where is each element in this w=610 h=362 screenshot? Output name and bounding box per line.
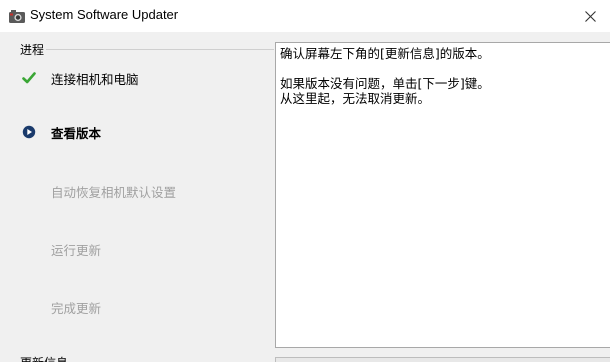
message-line: 如果版本没有问题，单击[下一步]键。 <box>280 76 490 91</box>
update-info-box <box>275 357 610 362</box>
step-run-update: 运行更新 <box>8 237 268 259</box>
step-label: 运行更新 <box>51 243 102 258</box>
progress-group-border <box>46 49 274 50</box>
title-bar: System Software Updater <box>0 0 610 32</box>
step-check-version: 查看版本 <box>8 120 268 142</box>
close-button[interactable] <box>570 0 610 32</box>
close-icon <box>585 11 596 22</box>
step-label: 查看版本 <box>51 126 102 141</box>
play-circle-icon <box>22 124 36 139</box>
step-label: 自动恢复相机默认设置 <box>51 185 177 200</box>
message-line: 从这里起，无法取消更新。 <box>280 91 431 106</box>
progress-steps: 连接相机和电脑 查看版本 自动恢复相机默认设置 运行更新 完成更新 <box>8 54 270 362</box>
checkmark-icon <box>22 70 36 84</box>
app-camera-icon <box>8 7 26 25</box>
update-info-group-label: 更新信息 <box>20 354 73 362</box>
step-finish-update: 完成更新 <box>8 295 268 317</box>
updater-window: System Software Updater 进程 连接相机和电脑 查看版本 … <box>0 0 610 362</box>
window-title: System Software Updater <box>30 7 179 22</box>
step-label: 连接相机和电脑 <box>51 72 139 87</box>
step-restore-defaults: 自动恢复相机默认设置 <box>8 179 268 201</box>
message-box: 确认屏幕左下角的[更新信息]的版本。 如果版本没有问题，单击[下一步]键。 从这… <box>275 42 610 348</box>
step-label: 完成更新 <box>51 301 102 316</box>
message-line: 确认屏幕左下角的[更新信息]的版本。 <box>280 46 490 61</box>
step-connect: 连接相机和电脑 <box>8 66 268 88</box>
